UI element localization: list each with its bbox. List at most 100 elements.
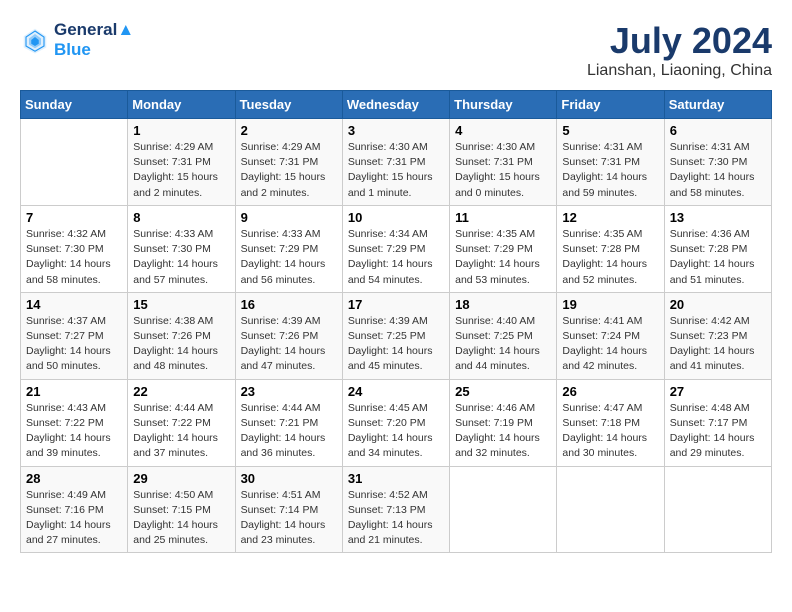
calendar-cell: 15 Sunrise: 4:38 AM Sunset: 7:26 PM Dayl… (128, 292, 235, 379)
daylight: Daylight: 14 hours and 50 minutes. (26, 345, 111, 372)
logo-text: General▲ Blue (54, 20, 134, 60)
day-info: Sunrise: 4:43 AM Sunset: 7:22 PM Dayligh… (26, 401, 122, 462)
weekday-header: Sunday (21, 91, 128, 119)
daylight: Daylight: 14 hours and 21 minutes. (348, 519, 433, 546)
calendar-cell: 10 Sunrise: 4:34 AM Sunset: 7:29 PM Dayl… (342, 205, 449, 292)
day-info: Sunrise: 4:35 AM Sunset: 7:29 PM Dayligh… (455, 227, 551, 288)
calendar-cell: 16 Sunrise: 4:39 AM Sunset: 7:26 PM Dayl… (235, 292, 342, 379)
daylight: Daylight: 14 hours and 57 minutes. (133, 258, 218, 285)
day-number: 24 (348, 384, 444, 399)
sunset: Sunset: 7:30 PM (26, 243, 104, 255)
daylight: Daylight: 14 hours and 27 minutes. (26, 519, 111, 546)
sunset: Sunset: 7:25 PM (455, 330, 533, 342)
sunrise: Sunrise: 4:35 AM (455, 228, 535, 240)
daylight: Daylight: 14 hours and 36 minutes. (241, 432, 326, 459)
day-info: Sunrise: 4:41 AM Sunset: 7:24 PM Dayligh… (562, 314, 658, 375)
calendar-cell: 28 Sunrise: 4:49 AM Sunset: 7:16 PM Dayl… (21, 466, 128, 553)
calendar-cell: 18 Sunrise: 4:40 AM Sunset: 7:25 PM Dayl… (450, 292, 557, 379)
day-number: 17 (348, 297, 444, 312)
sunrise: Sunrise: 4:33 AM (133, 228, 213, 240)
sunrise: Sunrise: 4:37 AM (26, 315, 106, 327)
sunrise: Sunrise: 4:39 AM (241, 315, 321, 327)
sunrise: Sunrise: 4:44 AM (133, 402, 213, 414)
sunset: Sunset: 7:31 PM (348, 156, 426, 168)
calendar-cell: 17 Sunrise: 4:39 AM Sunset: 7:25 PM Dayl… (342, 292, 449, 379)
sunrise: Sunrise: 4:48 AM (670, 402, 750, 414)
calendar-cell: 29 Sunrise: 4:50 AM Sunset: 7:15 PM Dayl… (128, 466, 235, 553)
daylight: Daylight: 14 hours and 45 minutes. (348, 345, 433, 372)
day-number: 31 (348, 471, 444, 486)
calendar-cell: 22 Sunrise: 4:44 AM Sunset: 7:22 PM Dayl… (128, 379, 235, 466)
sunrise: Sunrise: 4:29 AM (133, 141, 213, 153)
sunset: Sunset: 7:28 PM (670, 243, 748, 255)
day-number: 14 (26, 297, 122, 312)
sunset: Sunset: 7:21 PM (241, 417, 319, 429)
day-info: Sunrise: 4:48 AM Sunset: 7:17 PM Dayligh… (670, 401, 766, 462)
sunrise: Sunrise: 4:34 AM (348, 228, 428, 240)
location: Lianshan, Liaoning, China (587, 62, 772, 80)
calendar-cell: 11 Sunrise: 4:35 AM Sunset: 7:29 PM Dayl… (450, 205, 557, 292)
sunset: Sunset: 7:15 PM (133, 504, 211, 516)
daylight: Daylight: 14 hours and 47 minutes. (241, 345, 326, 372)
sunset: Sunset: 7:30 PM (133, 243, 211, 255)
day-info: Sunrise: 4:32 AM Sunset: 7:30 PM Dayligh… (26, 227, 122, 288)
day-info: Sunrise: 4:37 AM Sunset: 7:27 PM Dayligh… (26, 314, 122, 375)
sunset: Sunset: 7:24 PM (562, 330, 640, 342)
daylight: Daylight: 14 hours and 58 minutes. (26, 258, 111, 285)
sunrise: Sunrise: 4:33 AM (241, 228, 321, 240)
daylight: Daylight: 14 hours and 23 minutes. (241, 519, 326, 546)
daylight: Daylight: 14 hours and 59 minutes. (562, 171, 647, 198)
logo-icon (20, 25, 50, 55)
daylight: Daylight: 14 hours and 42 minutes. (562, 345, 647, 372)
calendar-week-row: 14 Sunrise: 4:37 AM Sunset: 7:27 PM Dayl… (21, 292, 772, 379)
daylight: Daylight: 15 hours and 2 minutes. (133, 171, 218, 198)
day-info: Sunrise: 4:33 AM Sunset: 7:30 PM Dayligh… (133, 227, 229, 288)
day-info: Sunrise: 4:38 AM Sunset: 7:26 PM Dayligh… (133, 314, 229, 375)
daylight: Daylight: 15 hours and 0 minutes. (455, 171, 540, 198)
day-number: 15 (133, 297, 229, 312)
daylight: Daylight: 14 hours and 34 minutes. (348, 432, 433, 459)
logo: General▲ Blue (20, 20, 134, 60)
day-info: Sunrise: 4:42 AM Sunset: 7:23 PM Dayligh… (670, 314, 766, 375)
day-info: Sunrise: 4:30 AM Sunset: 7:31 PM Dayligh… (348, 140, 444, 201)
sunset: Sunset: 7:23 PM (670, 330, 748, 342)
sunrise: Sunrise: 4:31 AM (670, 141, 750, 153)
daylight: Daylight: 14 hours and 52 minutes. (562, 258, 647, 285)
sunset: Sunset: 7:31 PM (562, 156, 640, 168)
sunrise: Sunrise: 4:51 AM (241, 489, 321, 501)
day-number: 27 (670, 384, 766, 399)
day-info: Sunrise: 4:34 AM Sunset: 7:29 PM Dayligh… (348, 227, 444, 288)
day-number: 30 (241, 471, 337, 486)
sunset: Sunset: 7:14 PM (241, 504, 319, 516)
sunrise: Sunrise: 4:40 AM (455, 315, 535, 327)
sunrise: Sunrise: 4:29 AM (241, 141, 321, 153)
weekday-header: Monday (128, 91, 235, 119)
title-area: July 2024 Lianshan, Liaoning, China (587, 20, 772, 80)
sunset: Sunset: 7:29 PM (455, 243, 533, 255)
daylight: Daylight: 14 hours and 37 minutes. (133, 432, 218, 459)
day-info: Sunrise: 4:35 AM Sunset: 7:28 PM Dayligh… (562, 227, 658, 288)
sunrise: Sunrise: 4:35 AM (562, 228, 642, 240)
day-number: 25 (455, 384, 551, 399)
sunset: Sunset: 7:18 PM (562, 417, 640, 429)
calendar-cell: 24 Sunrise: 4:45 AM Sunset: 7:20 PM Dayl… (342, 379, 449, 466)
day-info: Sunrise: 4:40 AM Sunset: 7:25 PM Dayligh… (455, 314, 551, 375)
sunset: Sunset: 7:20 PM (348, 417, 426, 429)
weekday-header: Tuesday (235, 91, 342, 119)
calendar-cell: 30 Sunrise: 4:51 AM Sunset: 7:14 PM Dayl… (235, 466, 342, 553)
calendar-cell (664, 466, 771, 553)
day-number: 2 (241, 123, 337, 138)
weekday-header: Wednesday (342, 91, 449, 119)
calendar-cell: 12 Sunrise: 4:35 AM Sunset: 7:28 PM Dayl… (557, 205, 664, 292)
sunrise: Sunrise: 4:52 AM (348, 489, 428, 501)
day-number: 28 (26, 471, 122, 486)
sunrise: Sunrise: 4:49 AM (26, 489, 106, 501)
sunset: Sunset: 7:31 PM (455, 156, 533, 168)
calendar-cell (21, 119, 128, 206)
day-number: 19 (562, 297, 658, 312)
sunrise: Sunrise: 4:31 AM (562, 141, 642, 153)
daylight: Daylight: 15 hours and 1 minute. (348, 171, 433, 198)
day-info: Sunrise: 4:45 AM Sunset: 7:20 PM Dayligh… (348, 401, 444, 462)
daylight: Daylight: 14 hours and 39 minutes. (26, 432, 111, 459)
day-number: 20 (670, 297, 766, 312)
